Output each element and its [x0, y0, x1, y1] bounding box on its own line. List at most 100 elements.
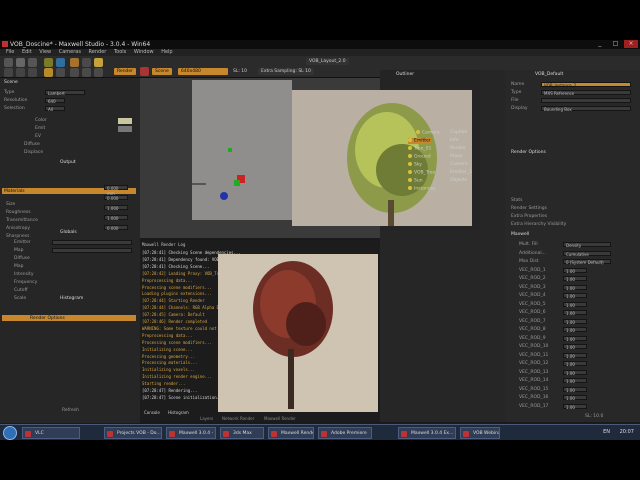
type-dropdown[interactable]: Lambert [45, 90, 85, 96]
taskbar-item[interactable]: Maxwell Render... [268, 427, 314, 439]
section-extra-properties[interactable]: Extra Properties [511, 214, 547, 219]
transmittance-input[interactable]: 1.000 [104, 205, 128, 211]
param-value-input[interactable]: 1.00 [563, 276, 587, 282]
menu-help[interactable]: Help [161, 49, 172, 55]
menu-view[interactable]: View [39, 49, 51, 55]
outliner-item-vob-tree[interactable]: VOB_Tree [408, 170, 435, 176]
param-value-input[interactable]: 1.00 [563, 352, 587, 359]
param-value-input[interactable]: 1.00 [563, 386, 587, 393]
outliner-item-sun[interactable]: Sun [408, 178, 423, 184]
camera-icon[interactable] [4, 68, 13, 77]
color-swatch[interactable] [118, 118, 132, 124]
section-render-options[interactable]: Render Options [511, 150, 546, 155]
menu-cameras[interactable]: Cameras [59, 49, 81, 55]
section-render-settings[interactable]: Render Settings [511, 206, 547, 211]
wand-icon[interactable] [44, 68, 53, 77]
selection-dropdown[interactable]: All [45, 106, 65, 112]
language-indicator[interactable]: EN [603, 429, 610, 435]
system-clock[interactable]: 20:07 [620, 429, 634, 435]
layout-dropdown[interactable]: VOB_Layout_2.0 [306, 58, 349, 65]
taskbar-item[interactable]: VLC [22, 427, 80, 439]
taskbar-item[interactable]: Maxwell 3.0.4 - W... [166, 427, 216, 439]
param-value-input[interactable]: 1.00 [563, 344, 587, 350]
outliner-right-render[interactable]: Render [450, 146, 466, 151]
resolution-field[interactable]: 640x480 [178, 68, 228, 75]
param-value-input[interactable]: 0 (System Default) [563, 259, 611, 265]
open-file-icon[interactable] [16, 58, 25, 67]
section-extra-hierarchy[interactable]: Extra Hierarchy Visibility [511, 222, 566, 227]
param-value-input[interactable]: 1.00 [563, 369, 587, 376]
sampling-dropdown[interactable]: Extra Sampling: SL 10 [258, 68, 314, 75]
param-value-input[interactable]: Cumulative [563, 250, 611, 257]
viewport-canvas[interactable] [192, 80, 292, 220]
gizmo-y-axis[interactable] [234, 180, 240, 186]
outliner-right-camera[interactable]: Camera [450, 162, 468, 167]
param-value-input[interactable]: 1.00 [563, 335, 587, 342]
pivot-icon[interactable] [82, 68, 91, 77]
param-value-input[interactable]: 1.00 [563, 361, 587, 367]
scale-tool-icon[interactable] [94, 58, 103, 67]
section-scene[interactable]: Scene [4, 80, 18, 85]
taskbar-item[interactable]: VOB Webinar [460, 427, 500, 439]
param-value-input[interactable]: Density [563, 242, 611, 248]
menu-render[interactable]: Render [89, 49, 107, 55]
taskbar-item[interactable]: Maxwell 3.0.4 Ex... [398, 427, 456, 439]
param-value-input[interactable]: 1.00 [563, 301, 587, 308]
redo-icon[interactable] [56, 58, 65, 67]
prop-file-input[interactable] [541, 98, 631, 103]
resolution-input[interactable]: 640 [45, 98, 65, 104]
taskbar-item[interactable]: 3ds Max [220, 427, 264, 439]
refresh-button[interactable]: Refresh [62, 408, 79, 413]
outliner-item-camera[interactable]: Camera [416, 130, 440, 136]
taskbar-item[interactable]: Projects VOB - Do... [104, 427, 162, 439]
taskbar-item[interactable]: Adobe Premiere [318, 427, 372, 439]
param-value-input[interactable]: 1.00 [563, 318, 587, 325]
stop-render-icon[interactable] [140, 67, 149, 76]
menu-edit[interactable]: Edit [22, 49, 32, 55]
outliner-item-sky[interactable]: Sky [408, 162, 422, 168]
outliner-item-ground[interactable]: Ground [408, 154, 431, 160]
new-file-icon[interactable] [4, 58, 13, 67]
close-button[interactable]: × [624, 40, 638, 48]
section-maxwell[interactable]: Maxwell [511, 232, 529, 237]
roughness-input[interactable]: 0.000 [104, 195, 128, 201]
light-icon[interactable] [16, 68, 25, 77]
outliner-right-caption[interactable]: Caption [450, 130, 467, 135]
outliner-item-instances[interactable]: Instances [408, 186, 436, 192]
render-mode-button[interactable]: Render [114, 68, 137, 75]
param-value-input[interactable]: 1.00 [563, 395, 587, 401]
menu-file[interactable]: File [6, 49, 14, 55]
snap-icon[interactable] [94, 68, 103, 77]
prop-type-value[interactable]: MXS Reference [541, 90, 631, 96]
gizmo-z-axis[interactable] [220, 192, 228, 200]
console-tab-histogram[interactable]: Histogram [168, 410, 189, 415]
param-value-input[interactable]: 1.00 [563, 284, 587, 291]
lower-field-1[interactable] [52, 240, 132, 245]
light-marker[interactable] [228, 148, 232, 152]
outliner-right-proxy[interactable]: Proxy [450, 154, 462, 159]
outliner-item-tree[interactable]: Tree_01 [408, 146, 431, 152]
prop-name-input[interactable]: VOB_Instance_2 [541, 82, 631, 88]
section-output[interactable]: Output [60, 160, 76, 165]
param-value-input[interactable]: 1.00 [563, 378, 587, 384]
anisotropy-input[interactable]: 1.000 [104, 215, 128, 221]
sharpness-input[interactable]: 0.000 [104, 225, 128, 231]
param-value-input[interactable]: 1.00 [563, 403, 587, 410]
outliner-item-emitter[interactable]: Emitter [408, 138, 431, 144]
material-icon[interactable] [28, 68, 37, 77]
grid-icon[interactable] [56, 68, 65, 77]
section-stats[interactable]: Stats [511, 198, 523, 203]
save-icon[interactable] [28, 58, 37, 67]
move-tool-icon[interactable] [70, 58, 79, 67]
param-value-input[interactable]: 1.00 [563, 267, 587, 274]
outliner-right-objects[interactable]: Objects [450, 178, 467, 183]
prop-display-dropdown[interactable]: Bounding Box [541, 106, 631, 112]
section-globals[interactable]: Globals [60, 230, 77, 235]
param-value-input[interactable]: 1.00 [563, 310, 587, 316]
menu-window[interactable]: Window [134, 49, 154, 55]
footer-tab-maxwell[interactable]: Maxwell Render [264, 416, 296, 421]
footer-tab-layers[interactable]: Layers [200, 416, 213, 421]
minimize-button[interactable]: _ [593, 40, 607, 48]
menu-tools[interactable]: Tools [114, 49, 126, 55]
outliner-tab[interactable]: Outliner [396, 72, 414, 77]
